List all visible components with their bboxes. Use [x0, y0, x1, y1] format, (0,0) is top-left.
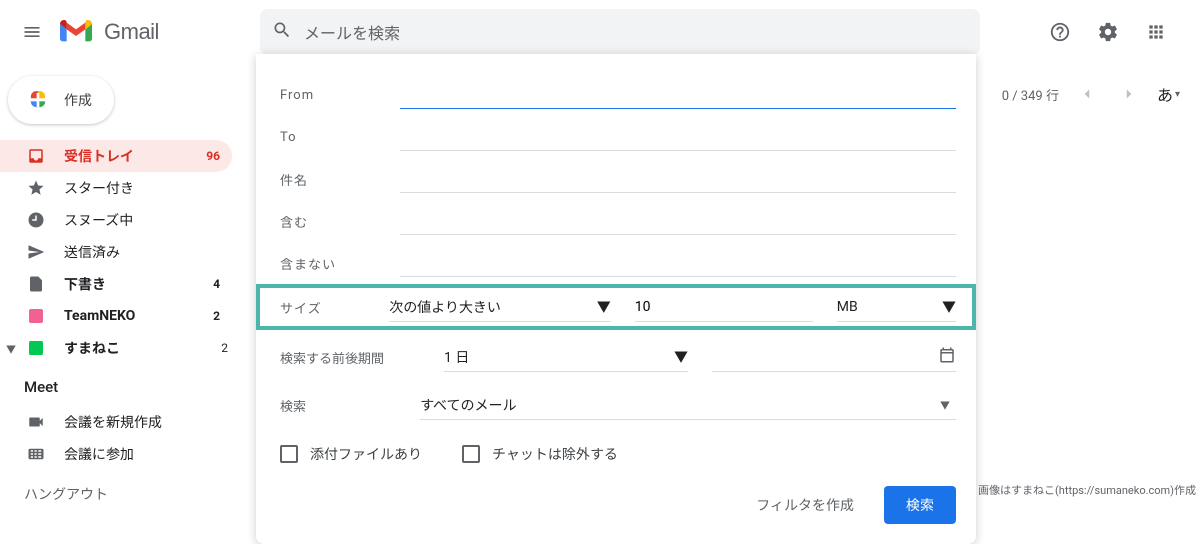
has-words-label: 含む [280, 212, 400, 231]
size-value-input[interactable] [635, 292, 813, 322]
chevron-down-icon: ▼ [6, 341, 26, 356]
date-range-select[interactable]: 1 日 ▼ [444, 342, 688, 372]
star-icon [26, 178, 46, 198]
subject-input[interactable] [400, 165, 956, 193]
meet-join-label: 会議に参加 [64, 444, 220, 464]
pagination-area: 0 / 349 行 あ ▾ [1002, 80, 1180, 108]
caret-down-icon: ▼ [942, 297, 956, 317]
sidebar-item-count: 4 [213, 277, 220, 291]
settings-icon[interactable] [1088, 12, 1128, 52]
sidebar-item-label: 下書き [64, 274, 213, 294]
checkbox-icon [462, 445, 480, 463]
gmail-logo[interactable]: Gmail [56, 16, 236, 48]
attribution-text: 画像はすまねこ(https://sumaneko.com)作成 [978, 482, 1196, 498]
size-unit-select[interactable]: MB ▼ [837, 292, 956, 322]
meet-header: Meet [0, 364, 240, 406]
row-counter: 0 / 349 行 [1002, 85, 1059, 104]
sidebar-item-count: 2 [221, 341, 228, 355]
search-button[interactable]: 検索 [884, 486, 956, 524]
menu-icon[interactable] [8, 8, 56, 56]
sidebar-item-drafts[interactable]: 下書き 4 [0, 268, 232, 300]
sidebar-expand[interactable]: ▼ すまねこ 2 [0, 332, 240, 364]
sidebar-item-count: 96 [206, 149, 220, 163]
caret-down-icon: ▼ [940, 397, 950, 412]
sidebar-item-label: TeamNEKO [64, 308, 213, 324]
sidebar-item-label: 送信済み [64, 242, 220, 262]
from-label: From [280, 88, 400, 103]
to-label: To [280, 130, 400, 145]
search-in-select[interactable]: すべてのメール ▼ [420, 390, 956, 420]
keyboard-icon [26, 444, 46, 464]
meet-join-meeting[interactable]: 会議に参加 [0, 438, 232, 470]
not-has-input[interactable] [400, 249, 956, 277]
caret-down-icon: ▼ [674, 347, 688, 367]
size-row-highlight: サイズ 次の値より大きい ▼ MB ▼ [256, 284, 976, 330]
sidebar-item-label: スヌーズ中 [64, 210, 220, 230]
has-attachment-checkbox[interactable]: 添付ファイルあり [280, 444, 422, 464]
date-picker[interactable] [712, 342, 956, 372]
sidebar-item-count: 2 [213, 309, 220, 323]
from-input[interactable] [400, 81, 956, 109]
compose-label: 作成 [64, 90, 92, 110]
exclude-chats-checkbox[interactable]: チャットは除外する [462, 444, 618, 464]
not-has-label: 含まない [280, 254, 400, 273]
inbox-icon [26, 146, 46, 166]
search-in-label: 検索 [280, 396, 420, 415]
checkbox-icon [280, 445, 298, 463]
meet-new-label: 会議を新規作成 [64, 412, 220, 432]
help-icon[interactable] [1040, 12, 1080, 52]
sidebar: 作成 受信トレイ 96 スター付き スヌーズ中 送信済み 下書き 4 TeamN… [0, 64, 240, 514]
size-operator-select[interactable]: 次の値より大きい ▼ [389, 292, 611, 322]
sidebar-item-snoozed[interactable]: スヌーズ中 [0, 204, 232, 236]
search-icon [272, 20, 292, 44]
label-icon [26, 306, 46, 326]
header-right [1040, 12, 1192, 52]
search-bar[interactable]: メールを検索 [260, 9, 980, 55]
apps-icon[interactable] [1136, 12, 1176, 52]
sidebar-item-label: すまねこ [64, 338, 221, 358]
hangout-header: ハングアウト [0, 470, 240, 514]
sidebar-item-inbox[interactable]: 受信トレイ 96 [0, 140, 232, 172]
date-label: 検索する前後期間 [280, 348, 420, 367]
has-words-input[interactable] [400, 207, 956, 235]
create-filter-button[interactable]: フィルタを作成 [744, 487, 866, 523]
video-icon [26, 412, 46, 432]
next-page-icon[interactable] [1115, 80, 1143, 108]
to-input[interactable] [400, 123, 956, 151]
send-icon [26, 242, 46, 262]
caret-down-icon: ▼ [597, 297, 611, 317]
advanced-search-panel: From To 件名 含む 含まない サイズ 次の値より大きい ▼ MB ▼ 検… [256, 54, 976, 544]
sidebar-item-sent[interactable]: 送信済み [0, 236, 232, 268]
clock-icon [26, 210, 46, 230]
draft-icon [26, 274, 46, 294]
sidebar-item-teamneko[interactable]: TeamNEKO 2 [0, 300, 232, 332]
gmail-logo-text: Gmail [104, 19, 159, 45]
size-label: サイズ [280, 298, 365, 317]
sidebar-item-starred[interactable]: スター付き [0, 172, 232, 204]
meet-new-meeting[interactable]: 会議を新規作成 [0, 406, 232, 438]
sidebar-item-label: 受信トレイ [64, 146, 206, 166]
calendar-icon [938, 346, 956, 368]
search-placeholder: メールを検索 [304, 20, 400, 44]
gmail-logo-icon [60, 16, 92, 48]
compose-button[interactable]: 作成 [8, 76, 114, 124]
ime-button[interactable]: あ ▾ [1157, 82, 1180, 106]
prev-page-icon[interactable] [1073, 80, 1101, 108]
sidebar-item-label: スター付き [64, 178, 220, 198]
label-icon [26, 338, 46, 358]
subject-label: 件名 [280, 170, 400, 189]
compose-plus-icon [22, 84, 54, 116]
